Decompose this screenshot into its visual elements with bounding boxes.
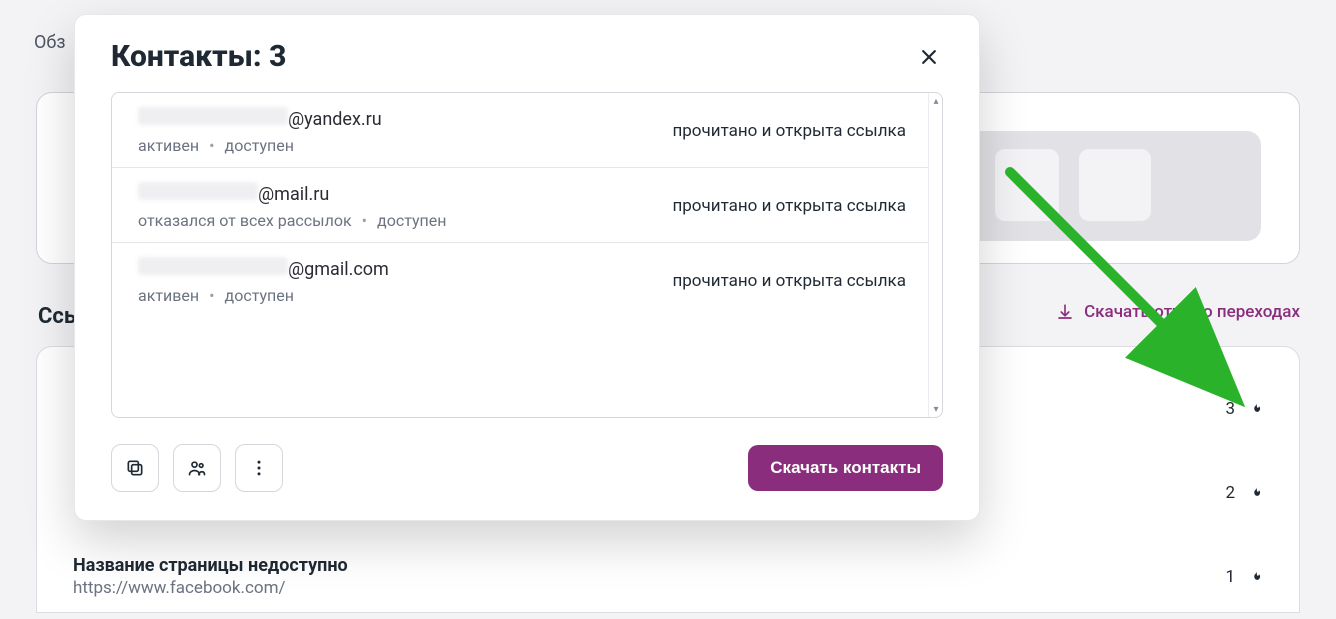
- scroll-down-icon: ▾: [931, 404, 941, 414]
- contact-meta-b: доступен: [225, 286, 294, 305]
- contact-row[interactable]: @mail.ru отказался от всех рассылок • до…: [112, 168, 928, 243]
- contact-meta-a: активен: [138, 286, 199, 305]
- contact-email-domain: @gmail.com: [288, 259, 389, 280]
- scrollbar[interactable]: ▴ ▾: [928, 93, 942, 417]
- list-item-count: 2: [1217, 483, 1235, 503]
- contact-meta-a: отказался от всех рассылок: [138, 211, 352, 230]
- dot-separator: •: [362, 211, 367, 230]
- modal-title: Контакты: 3: [111, 39, 286, 74]
- list-item-count: 3: [1217, 399, 1235, 419]
- contact-name-redacted: [138, 182, 258, 200]
- kebab-icon: [249, 458, 269, 478]
- contact-status: прочитано и открыта ссылка: [672, 196, 906, 216]
- contact-status: прочитано и открыта ссылка: [672, 121, 906, 141]
- scroll-up-icon: ▴: [931, 96, 941, 106]
- users-icon: [187, 458, 207, 478]
- bg-top-text: Обз: [34, 32, 65, 53]
- contact-meta: отказался от всех рассылок • доступен: [138, 211, 446, 230]
- contact-meta: активен • доступен: [138, 286, 389, 305]
- copy-icon: [125, 458, 145, 478]
- contact-meta-a: активен: [138, 136, 199, 155]
- contact-row[interactable]: @yandex.ru активен • доступен прочитано …: [112, 93, 928, 168]
- contact-email-domain: @mail.ru: [258, 184, 329, 205]
- contact-meta-b: доступен: [225, 136, 294, 155]
- contact-status: прочитано и открыта ссылка: [672, 271, 906, 291]
- list-item-title: Название страницы недоступно: [73, 555, 1203, 576]
- group-button[interactable]: [173, 444, 221, 492]
- close-icon: [919, 47, 939, 67]
- dot-separator: •: [209, 136, 214, 155]
- list-item-url: https://www.facebook.com/: [73, 578, 1203, 598]
- contact-name-redacted: [138, 257, 288, 275]
- contacts-list: @yandex.ru активен • доступен прочитано …: [111, 92, 943, 418]
- download-report-link[interactable]: Скачать отчет о переходах: [1056, 302, 1300, 322]
- bg-hero-placeholder: [995, 149, 1059, 221]
- contact-email-domain: @yandex.ru: [288, 109, 382, 130]
- fire-icon: [1249, 484, 1263, 502]
- contacts-modal: Контакты: 3 @yandex.ru активен • доступе…: [74, 14, 980, 521]
- more-button[interactable]: [235, 444, 283, 492]
- download-icon: [1056, 303, 1074, 321]
- download-contacts-button[interactable]: Скачать контакты: [748, 445, 943, 491]
- contact-meta-b: доступен: [377, 211, 446, 230]
- copy-button[interactable]: [111, 444, 159, 492]
- list-item-count: 1: [1217, 567, 1235, 587]
- modal-header: Контакты: 3: [75, 15, 979, 92]
- contact-name-redacted: [138, 107, 288, 125]
- bg-hero-placeholder: [1079, 149, 1151, 221]
- download-report-label: Скачать отчет о переходах: [1084, 302, 1300, 322]
- fire-icon: [1249, 400, 1263, 418]
- contact-row[interactable]: @gmail.com активен • доступен прочитано …: [112, 243, 928, 317]
- modal-footer: Скачать контакты: [75, 418, 979, 520]
- close-button[interactable]: [915, 43, 943, 71]
- fire-icon: [1249, 568, 1263, 586]
- dot-separator: •: [209, 286, 214, 305]
- contact-meta: активен • доступен: [138, 136, 382, 155]
- list-item[interactable]: Название страницы недоступно https://www…: [73, 535, 1263, 619]
- contacts-scroll[interactable]: @yandex.ru активен • доступен прочитано …: [112, 93, 928, 417]
